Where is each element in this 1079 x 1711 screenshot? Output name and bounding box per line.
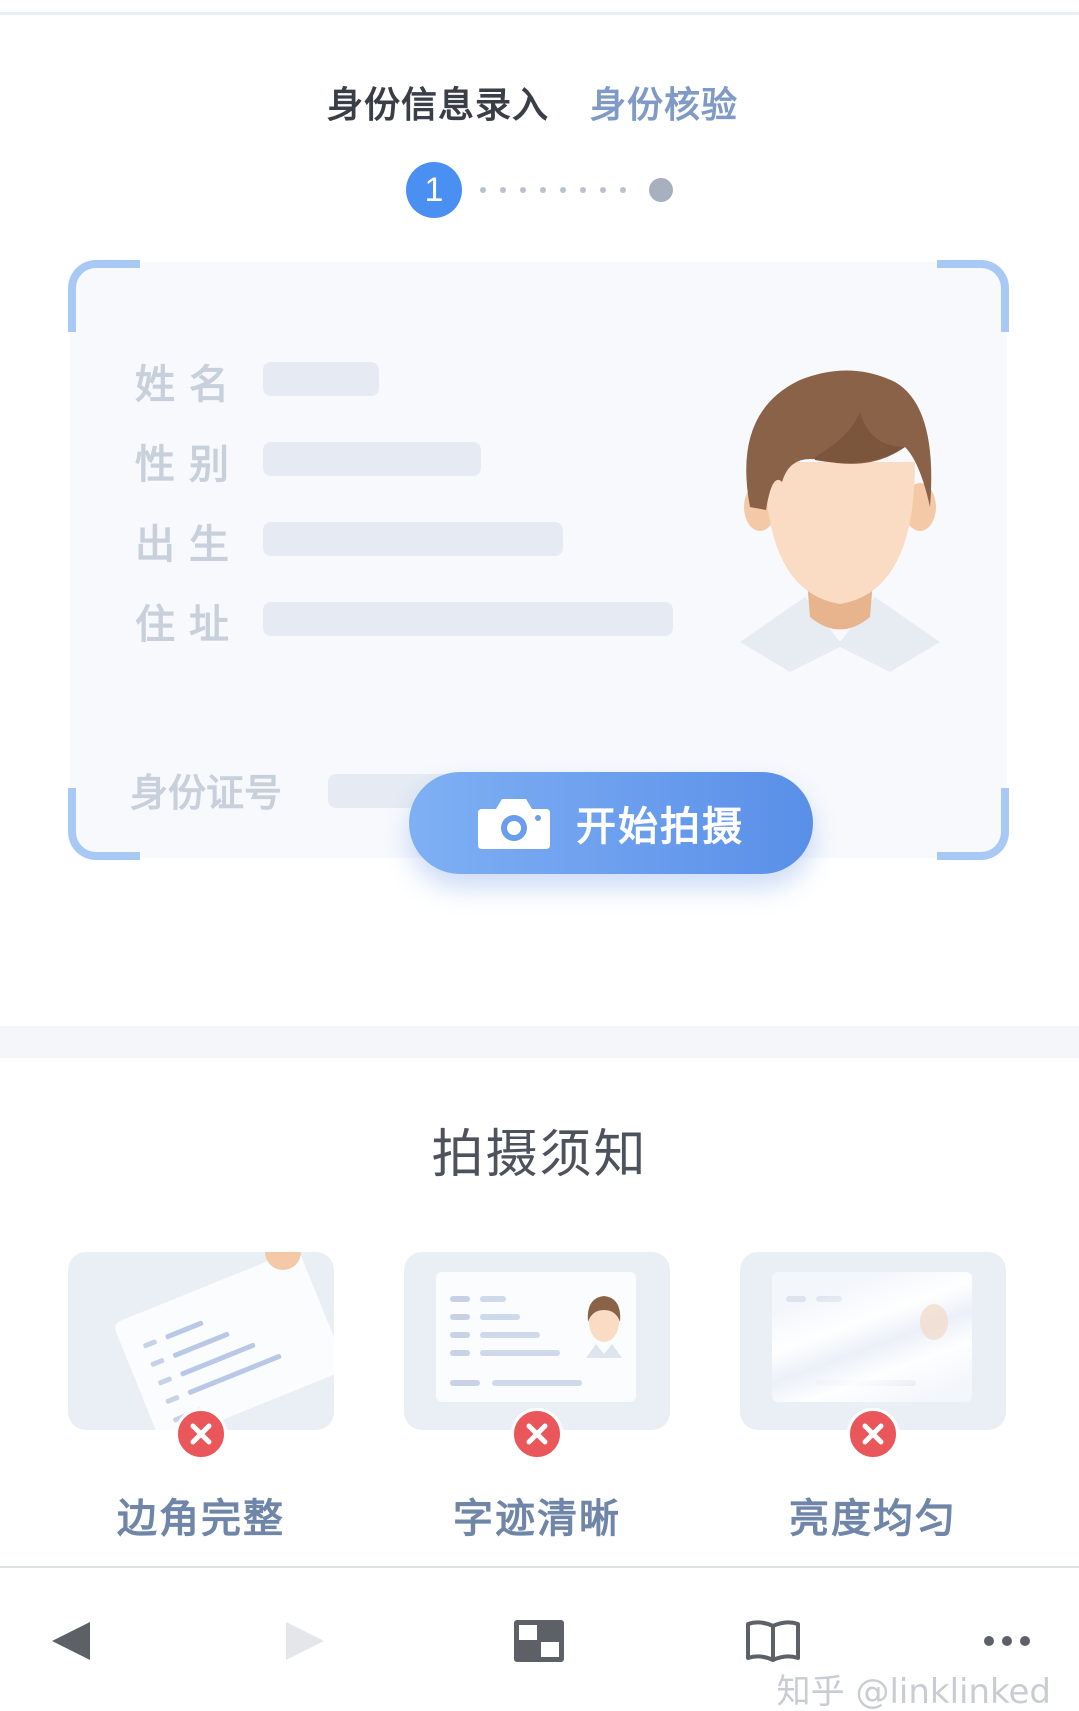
field-address-placeholder — [263, 602, 673, 636]
field-name-placeholder — [263, 362, 379, 396]
error-mark-icon — [511, 1408, 563, 1460]
tip-edges-complete: 边角完整 — [68, 1252, 334, 1544]
field-name-label: 姓名 — [135, 362, 243, 408]
tip-brightness-uniform: 亮度均匀 — [740, 1252, 1006, 1544]
current-step-indicator: 1 — [406, 162, 462, 218]
back-button[interactable] — [36, 1606, 106, 1676]
top-divider — [0, 12, 1079, 15]
step-identity-input-label: 身份信息录入 — [327, 85, 550, 126]
field-gender-placeholder — [263, 442, 481, 476]
id-card-capture-area[interactable]: 姓名 性别 出生 住址 身份证号 开始拍摄 — [68, 260, 1009, 874]
frame-corner-bottom-right — [937, 788, 1009, 860]
field-id-number-label: 身份证号 — [130, 771, 283, 815]
field-birth-label: 出生 — [135, 522, 243, 568]
progress-dot — [540, 187, 546, 193]
tabs-icon — [514, 1620, 564, 1662]
field-birth-placeholder — [263, 522, 563, 556]
tip-text-clear: 字迹清晰 — [404, 1252, 670, 1544]
error-mark-icon — [175, 1408, 227, 1460]
step-identity-verify-label: 身份核验 — [590, 85, 739, 126]
browser-toolbar: 知乎 @linklinked — [0, 1568, 1079, 1711]
tilted-id-card-icon — [115, 1252, 334, 1430]
back-arrow-icon — [52, 1622, 90, 1660]
start-shooting-button[interactable]: 开始拍摄 — [409, 772, 813, 874]
progress-dot — [580, 187, 586, 193]
more-icon — [984, 1636, 1030, 1646]
frame-corner-top-left — [68, 260, 140, 332]
frame-corner-top-right — [937, 260, 1009, 332]
section-divider — [0, 1026, 1079, 1058]
progress-dot — [620, 187, 626, 193]
tabs-button[interactable] — [504, 1606, 574, 1676]
shooting-notice-title: 拍摄须知 — [431, 1125, 648, 1185]
tip-text-label: 字迹清晰 — [453, 1496, 621, 1542]
progress-dot — [520, 187, 526, 193]
step-header: 身份信息录入 身份核验 — [0, 76, 1079, 126]
progress-dot — [480, 187, 486, 193]
watermark-text: 知乎 @linklinked — [776, 1672, 1051, 1711]
forward-arrow-icon — [286, 1622, 324, 1660]
next-step-indicator — [649, 178, 673, 202]
progress-dot — [560, 187, 566, 193]
step-progress: 1 — [0, 162, 1079, 218]
forward-button[interactable] — [270, 1606, 340, 1676]
page: 身份信息录入 身份核验 1 姓名 性别 出生 住址 身份证号 开始拍摄 拍摄须知… — [0, 0, 1079, 1711]
mini-id-card — [436, 1272, 636, 1402]
avatar-portrait-icon — [740, 370, 940, 672]
start-shooting-label: 开始拍摄 — [576, 804, 744, 850]
tip-brightness-label: 亮度均匀 — [789, 1496, 957, 1542]
camera-icon — [478, 799, 550, 849]
tip-text-illustration — [404, 1252, 670, 1430]
tip-brightness-illustration — [740, 1252, 1006, 1430]
field-gender-label: 性别 — [135, 442, 243, 488]
progress-dot — [600, 187, 606, 193]
mini-id-card-glare — [772, 1272, 972, 1402]
field-address-label: 住址 — [135, 602, 243, 648]
mini-avatar-icon — [920, 1304, 948, 1340]
progress-dot — [500, 187, 506, 193]
book-icon — [746, 1620, 800, 1662]
tip-edges-illustration — [68, 1252, 334, 1430]
error-mark-icon — [847, 1408, 899, 1460]
mini-avatar-icon — [586, 1296, 622, 1358]
tip-edges-label: 边角完整 — [117, 1496, 285, 1542]
